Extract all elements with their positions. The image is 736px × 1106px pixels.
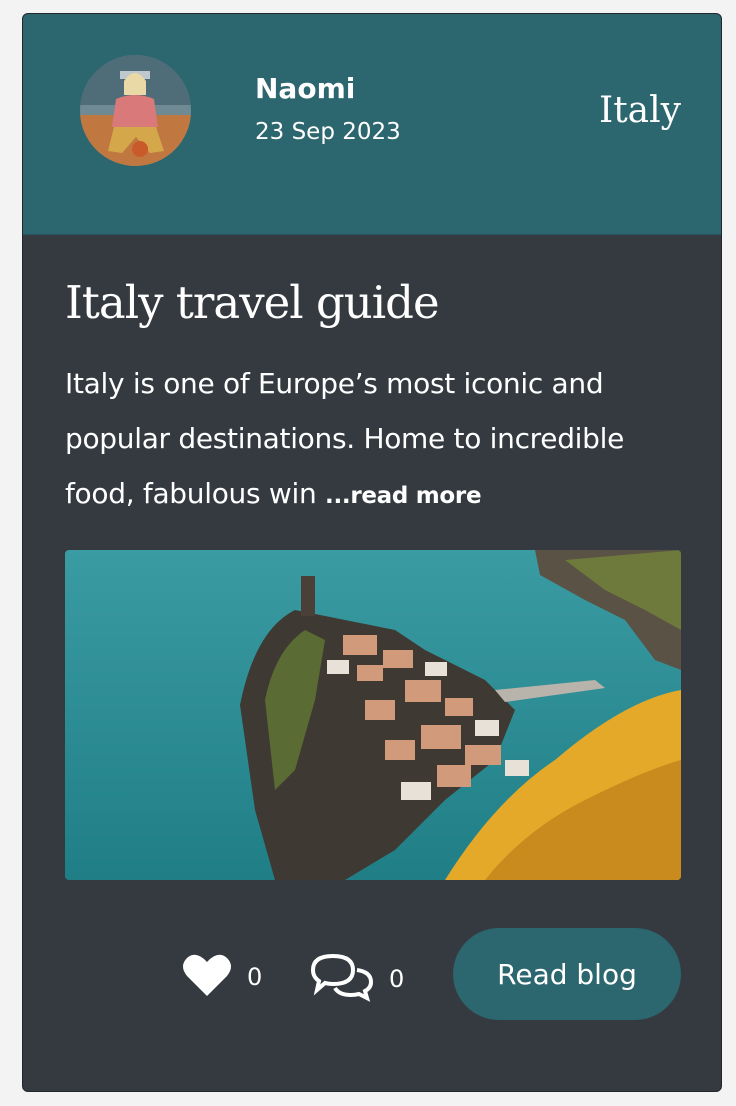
comment-count: 0 xyxy=(389,965,405,993)
post-image xyxy=(65,550,681,880)
author-avatar[interactable] xyxy=(80,55,191,166)
post-excerpt: Italy is one of Europe’s most iconic and… xyxy=(65,356,695,524)
post-title[interactable]: Italy travel guide xyxy=(65,276,440,329)
card-header: Naomi 23 Sep 2023 Italy xyxy=(23,14,721,235)
like-count: 0 xyxy=(247,963,263,991)
author-name[interactable]: Naomi xyxy=(255,72,355,105)
comment-group: 0 xyxy=(309,952,404,1006)
blog-card: Naomi 23 Sep 2023 Italy Italy travel gui… xyxy=(22,13,722,1092)
like-group: 0 xyxy=(181,952,262,1002)
comments-icon[interactable] xyxy=(309,952,375,1006)
read-more-link[interactable]: ...read more xyxy=(325,483,482,509)
card-footer: 0 0 Read blog xyxy=(23,928,721,1020)
read-blog-button[interactable]: Read blog xyxy=(453,928,681,1020)
post-date: 23 Sep 2023 xyxy=(255,119,401,145)
heart-icon[interactable] xyxy=(181,952,233,1002)
category-label[interactable]: Italy xyxy=(599,90,681,131)
